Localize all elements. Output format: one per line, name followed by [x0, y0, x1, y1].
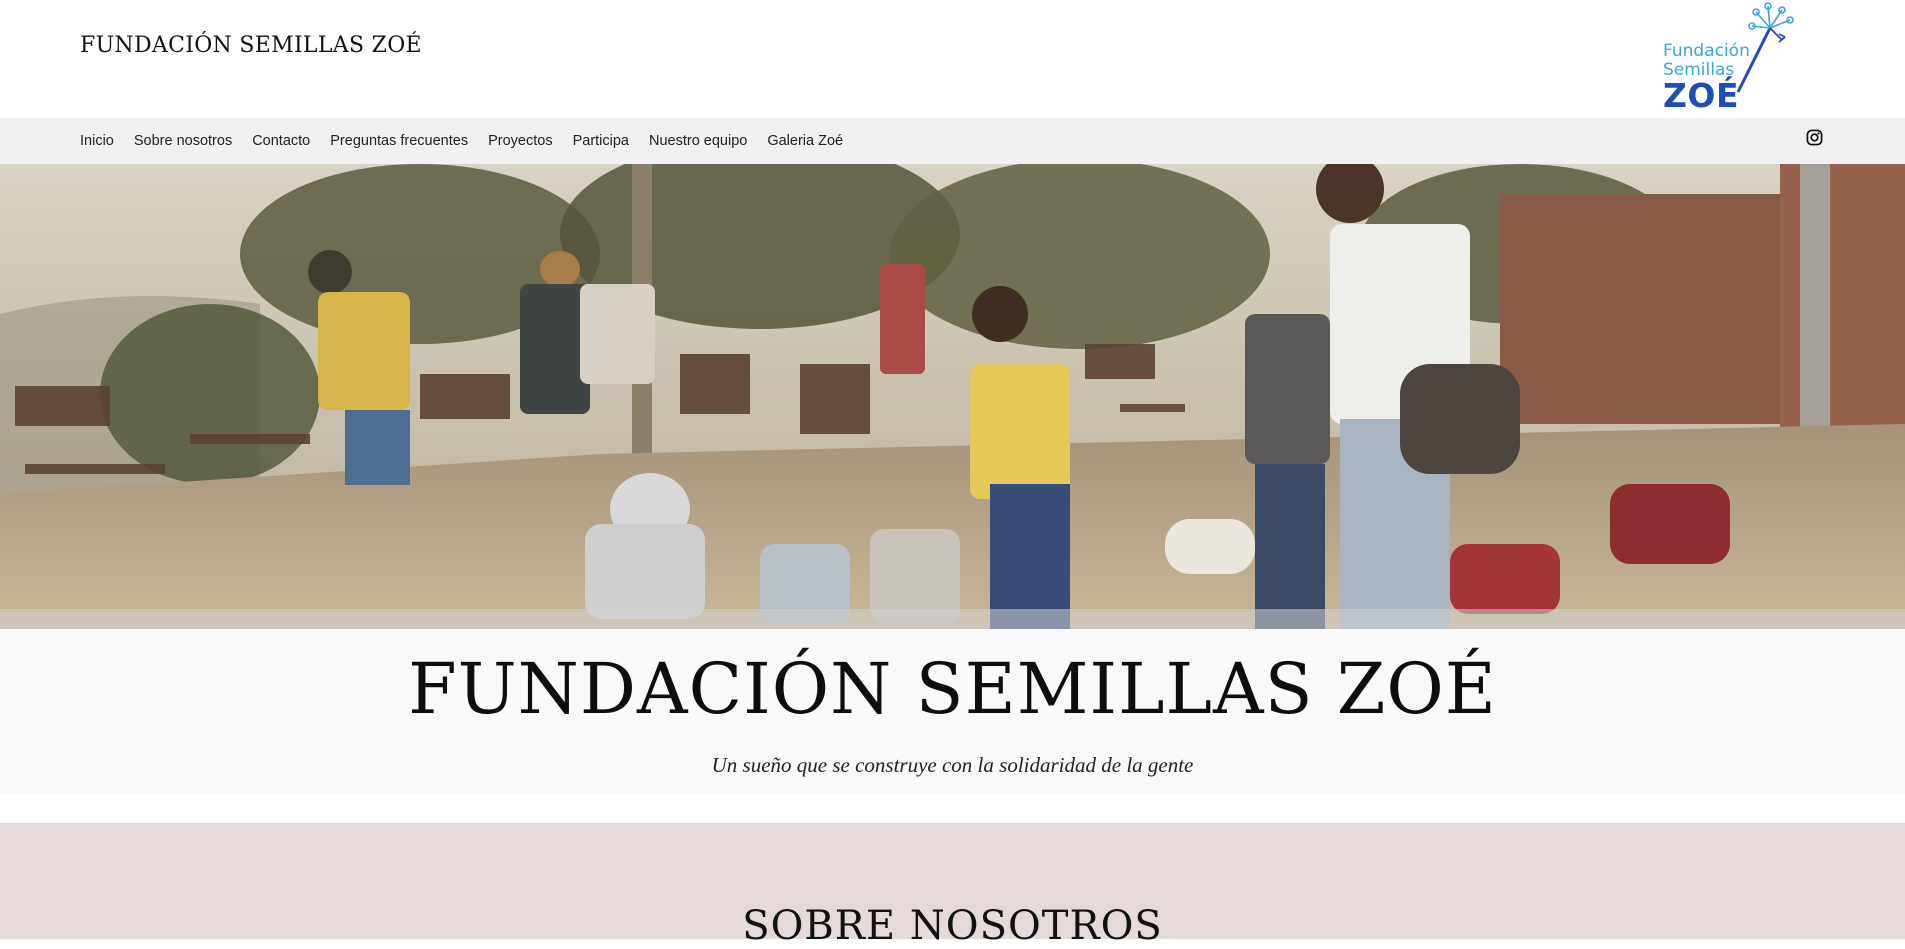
hero-bottom-band: [0, 609, 1905, 629]
logo-text-line3: ZOÉ: [1663, 76, 1740, 115]
site-title[interactable]: FUNDACIÓN SEMILLAS ZOÉ: [80, 33, 422, 58]
nav-menu: Inicio Sobre nosotros Contacto Preguntas…: [80, 118, 863, 164]
main-navigation: Inicio Sobre nosotros Contacto Preguntas…: [0, 118, 1905, 164]
hero-photo-illustration: [0, 164, 1905, 629]
nav-item-inicio[interactable]: Inicio: [80, 133, 114, 149]
site-header: FUNDACIÓN SEMILLAS ZOÉ Fundación Semilla…: [0, 0, 1905, 118]
hero-text-box: FUNDACIÓN SEMILLAS ZOÉ Un sueño que se c…: [0, 629, 1905, 794]
nav-item-proyectos[interactable]: Proyectos: [488, 133, 552, 149]
logo-text-line1: Fundación: [1663, 41, 1750, 61]
nav-item-contacto[interactable]: Contacto: [252, 133, 310, 149]
nav-item-participa[interactable]: Participa: [573, 133, 629, 149]
foundation-logo[interactable]: Fundación Semillas ZOÉ: [1658, 2, 1798, 118]
nav-item-sobre-nosotros[interactable]: Sobre nosotros: [134, 133, 232, 149]
hero-title: FUNDACIÓN SEMILLAS ZOÉ: [408, 648, 1497, 730]
about-section-title: SOBRE NOSOTROS: [742, 903, 1163, 949]
hero-subtitle: Un sueño que se construye con la solidar…: [711, 753, 1194, 777]
hero-image: [0, 164, 1905, 629]
nav-item-nuestro-equipo[interactable]: Nuestro equipo: [649, 133, 747, 149]
nav-item-galeria-zoe[interactable]: Galeria Zoé: [767, 133, 843, 149]
nav-item-preguntas-frecuentes[interactable]: Preguntas frecuentes: [330, 133, 468, 149]
instagram-icon[interactable]: [1806, 129, 1823, 146]
about-section: SOBRE NOSOTROS: [0, 823, 1905, 949]
